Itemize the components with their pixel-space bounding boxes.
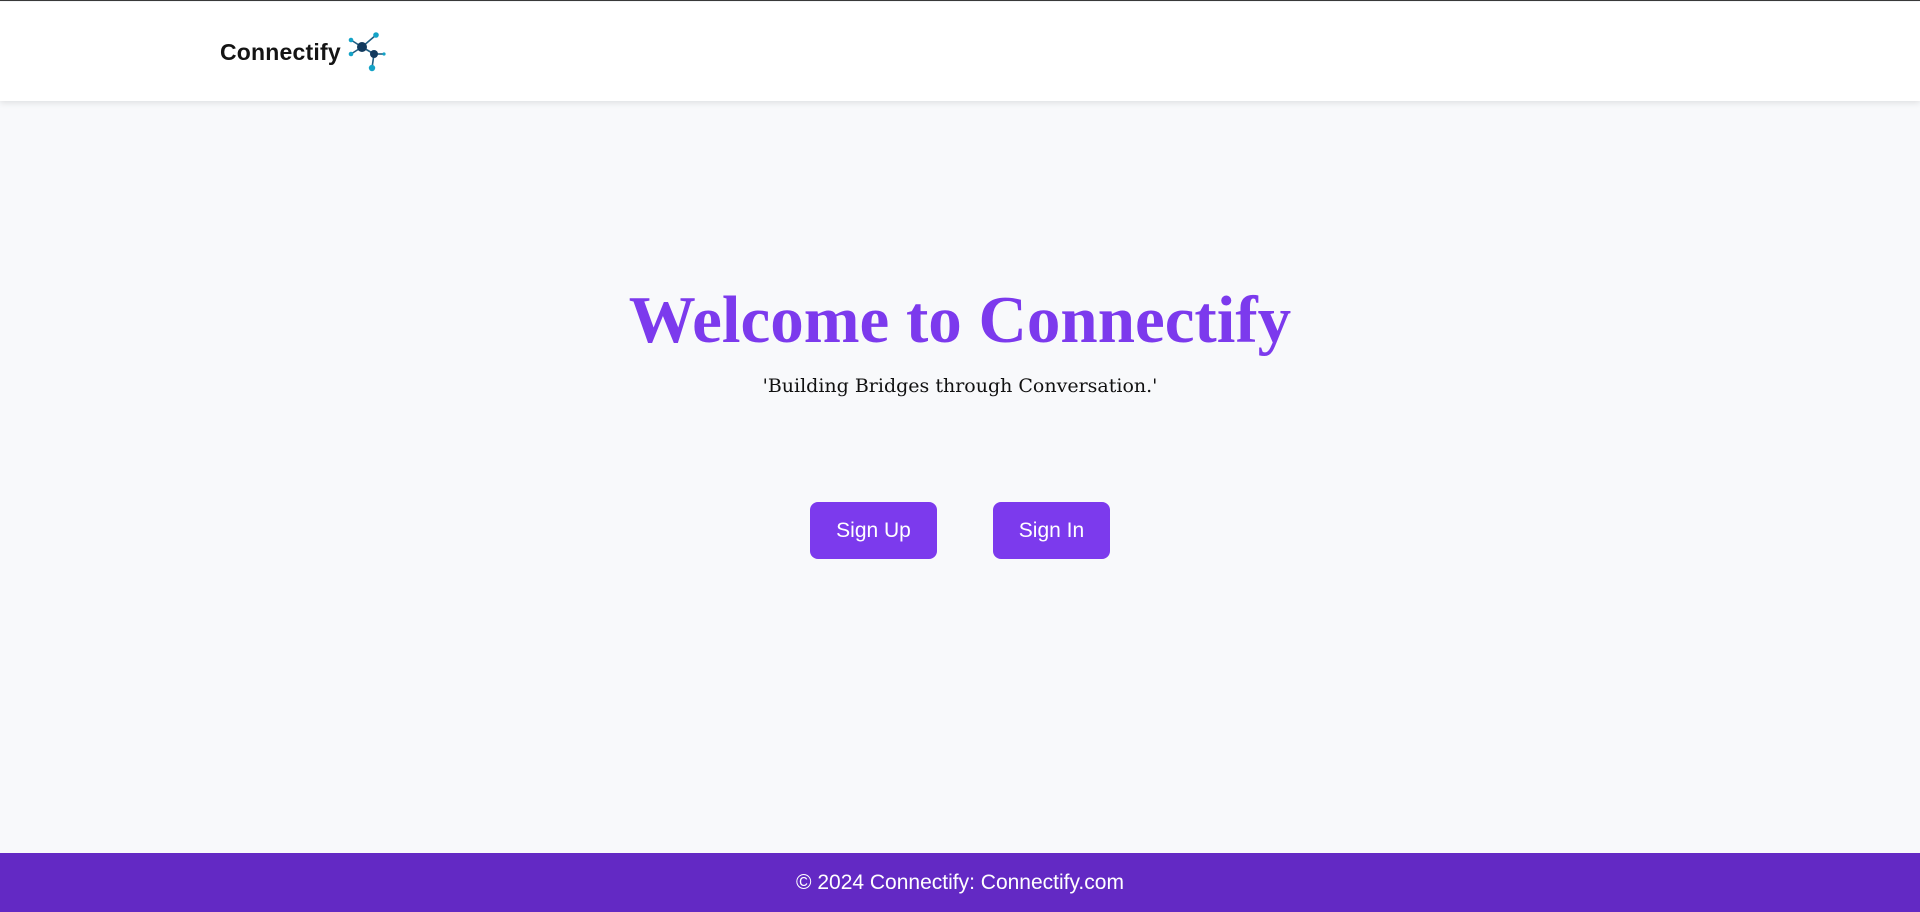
page: Connectify Welcome to Connectify 'Buildi… bbox=[0, 0, 1920, 912]
brand-name: Connectify bbox=[220, 38, 341, 65]
network-nodes-icon bbox=[348, 32, 386, 72]
hero-section: Welcome to Connectify 'Building Bridges … bbox=[0, 101, 1920, 853]
top-navbar: Connectify bbox=[0, 2, 1920, 101]
footer-copyright: © 2024 Connectify: Connectify.com bbox=[796, 871, 1124, 894]
brand-logo-link[interactable]: Connectify bbox=[220, 28, 389, 76]
hero-tagline: 'Building Bridges through Conversation.' bbox=[762, 375, 1158, 397]
footer: © 2024 Connectify: Connectify.com bbox=[0, 853, 1920, 912]
sign-up-button[interactable]: Sign Up bbox=[810, 502, 937, 559]
hero-title: Welcome to Connectify bbox=[628, 283, 1292, 357]
sign-in-button[interactable]: Sign In bbox=[993, 502, 1110, 559]
